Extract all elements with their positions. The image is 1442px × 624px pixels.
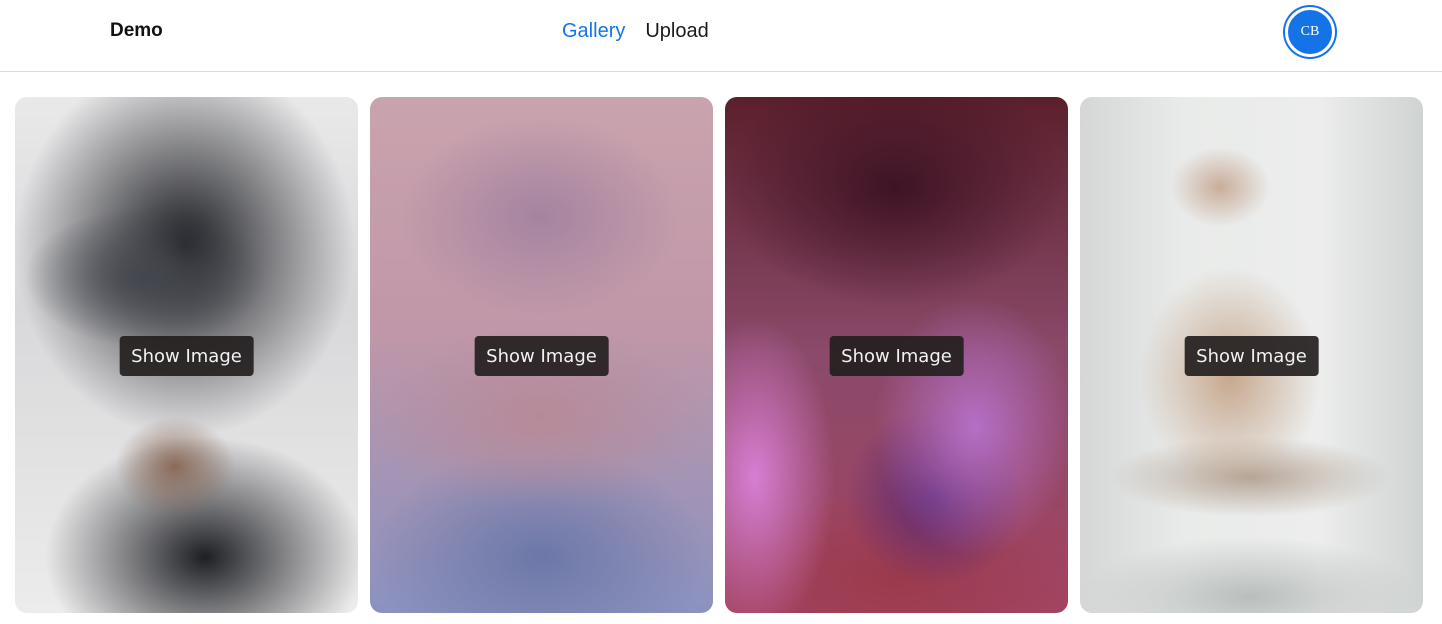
gallery-card[interactable]: Show Image	[370, 97, 713, 613]
show-image-button[interactable]: Show Image	[474, 336, 609, 376]
brand-logo-text[interactable]: Demo	[110, 20, 163, 42]
user-avatar[interactable]: CB	[1285, 7, 1335, 57]
nav-upload-link[interactable]: Upload	[645, 20, 708, 43]
nav-gallery-link[interactable]: Gallery	[562, 20, 625, 43]
image-gallery: Show Image Show Image Show Image Show Im…	[15, 97, 1423, 613]
main-nav: Gallery Upload	[562, 20, 709, 43]
gallery-card[interactable]: Show Image	[1080, 97, 1423, 613]
show-image-button[interactable]: Show Image	[829, 336, 964, 376]
show-image-button[interactable]: Show Image	[1184, 336, 1319, 376]
gallery-card[interactable]: Show Image	[725, 97, 1068, 613]
show-image-button[interactable]: Show Image	[119, 336, 254, 376]
gallery-card[interactable]: Show Image	[15, 97, 358, 613]
top-navigation-bar: Demo Gallery Upload CB	[0, 0, 1442, 72]
